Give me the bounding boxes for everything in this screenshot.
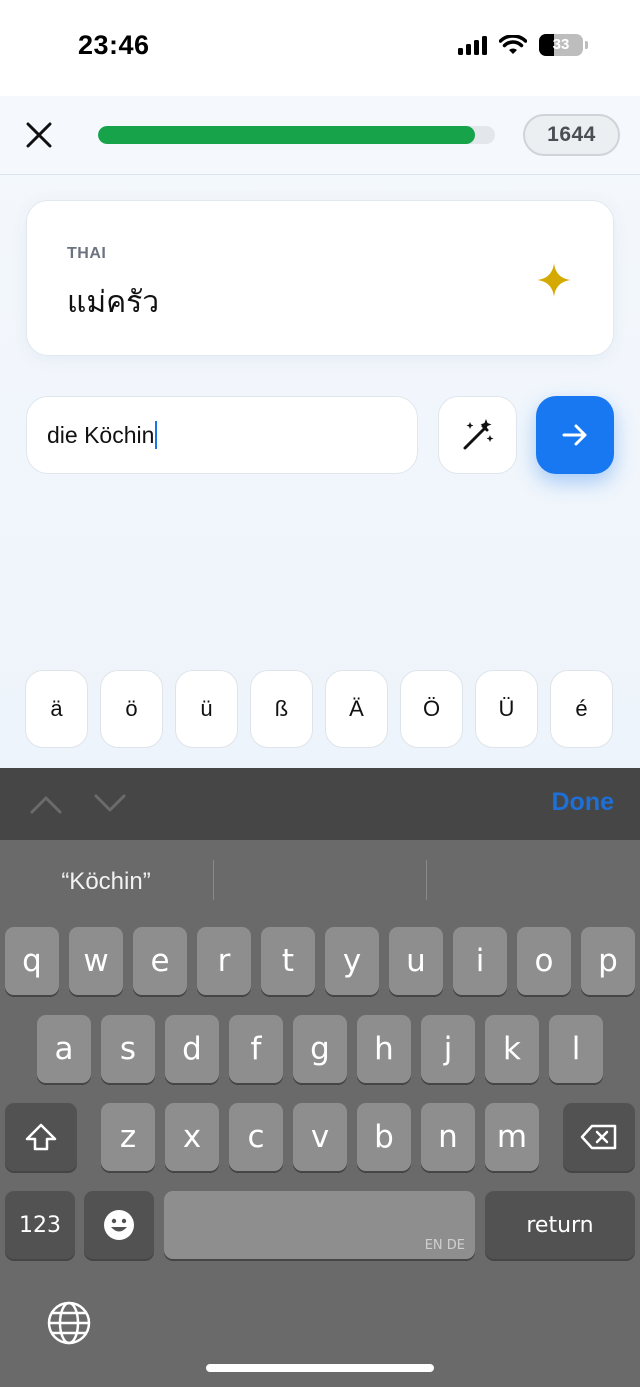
key-p[interactable]: p (581, 927, 635, 995)
key-j[interactable]: j (421, 1015, 475, 1083)
backspace-icon (580, 1124, 617, 1150)
shift-key[interactable] (5, 1103, 77, 1171)
app-screen: 1644 THAI แม่ครัว die Köchin ä ö ü ß Ä Ö… (0, 96, 640, 768)
emoji-key[interactable] (84, 1191, 154, 1259)
submit-button[interactable] (536, 396, 614, 474)
suggestion-bar: “Köchin” (0, 840, 640, 924)
suggestion-item[interactable]: “Köchin” (0, 840, 212, 924)
cellular-signal-icon (458, 35, 487, 55)
key-a[interactable]: a (37, 1015, 91, 1083)
key-v[interactable]: v (293, 1103, 347, 1171)
done-button[interactable]: Done (552, 788, 615, 817)
status-bar: 23:46 33 (0, 0, 640, 96)
key-k[interactable]: k (485, 1015, 539, 1083)
key-g[interactable]: g (293, 1015, 347, 1083)
key-d[interactable]: d (165, 1015, 219, 1083)
key-r[interactable]: r (197, 927, 251, 995)
key-u[interactable]: u (389, 927, 443, 995)
suggestion-item[interactable] (214, 840, 426, 924)
keyboard: “Köchin” q w e r t y u i o p a s d f g h… (0, 840, 640, 1387)
key-z[interactable]: z (101, 1103, 155, 1171)
key-e[interactable]: e (133, 927, 187, 995)
battery-tip (585, 41, 588, 49)
answer-text: die Köchin (47, 421, 155, 448)
key-o[interactable]: o (517, 927, 571, 995)
key-b[interactable]: b (357, 1103, 411, 1171)
key-h[interactable]: h (357, 1015, 411, 1083)
chevron-up-icon[interactable] (30, 792, 62, 816)
special-characters-row: ä ö ü ß Ä Ö Ü é (25, 670, 615, 750)
emoji-icon (104, 1210, 134, 1240)
space-key[interactable]: EN DE (164, 1191, 475, 1259)
keyboard-language-label: EN DE (424, 1238, 465, 1253)
key-s[interactable]: s (101, 1015, 155, 1083)
key-y[interactable]: y (325, 927, 379, 995)
special-char-key[interactable]: Ö (400, 670, 463, 748)
key-n[interactable]: n (421, 1103, 475, 1171)
special-char-key[interactable]: Ü (475, 670, 538, 748)
sparkle-icon[interactable] (535, 261, 573, 299)
text-caret (155, 421, 158, 449)
key-l[interactable]: l (549, 1015, 603, 1083)
wifi-icon (499, 35, 527, 54)
answer-input[interactable]: die Köchin (26, 396, 418, 474)
close-icon (26, 122, 52, 148)
special-char-key[interactable]: ü (175, 670, 238, 748)
close-button[interactable] (20, 116, 58, 154)
suggestion-item[interactable] (427, 840, 640, 924)
source-language-label: THAI (67, 245, 107, 262)
battery-percent: 33 (552, 36, 570, 53)
battery-icon: 33 (539, 34, 583, 56)
globe-icon[interactable] (46, 1300, 92, 1346)
special-char-key[interactable]: ä (25, 670, 88, 748)
special-char-key[interactable]: é (550, 670, 613, 748)
progress-fill (98, 126, 476, 144)
magic-wand-icon (463, 419, 493, 450)
keyboard-accessory-bar: Done (0, 768, 640, 840)
hint-button[interactable] (438, 396, 517, 474)
return-key[interactable]: return (485, 1191, 635, 1259)
key-w[interactable]: w (69, 927, 123, 995)
key-m[interactable]: m (485, 1103, 539, 1171)
score-badge: 1644 (523, 114, 620, 156)
key-x[interactable]: x (165, 1103, 219, 1171)
chevron-down-icon[interactable] (94, 792, 126, 816)
lesson-header: 1644 (0, 96, 640, 175)
status-icons: 33 (458, 34, 588, 56)
special-char-key[interactable]: ß (250, 670, 313, 748)
key-f[interactable]: f (229, 1015, 283, 1083)
numbers-key[interactable]: 123 (5, 1191, 75, 1259)
progress-bar (98, 126, 495, 144)
special-char-key[interactable]: Ä (325, 670, 388, 748)
key-c[interactable]: c (229, 1103, 283, 1171)
key-q[interactable]: q (5, 927, 59, 995)
prompt-word: แม่ครัว (67, 285, 160, 320)
home-indicator (206, 1364, 434, 1372)
key-i[interactable]: i (453, 927, 507, 995)
arrow-right-icon (562, 424, 587, 446)
prompt-card: THAI แม่ครัว (26, 200, 614, 356)
status-time: 23:46 (78, 30, 150, 60)
shift-icon (25, 1123, 57, 1151)
special-char-key[interactable]: ö (100, 670, 163, 748)
key-t[interactable]: t (261, 927, 315, 995)
delete-key[interactable] (563, 1103, 635, 1171)
